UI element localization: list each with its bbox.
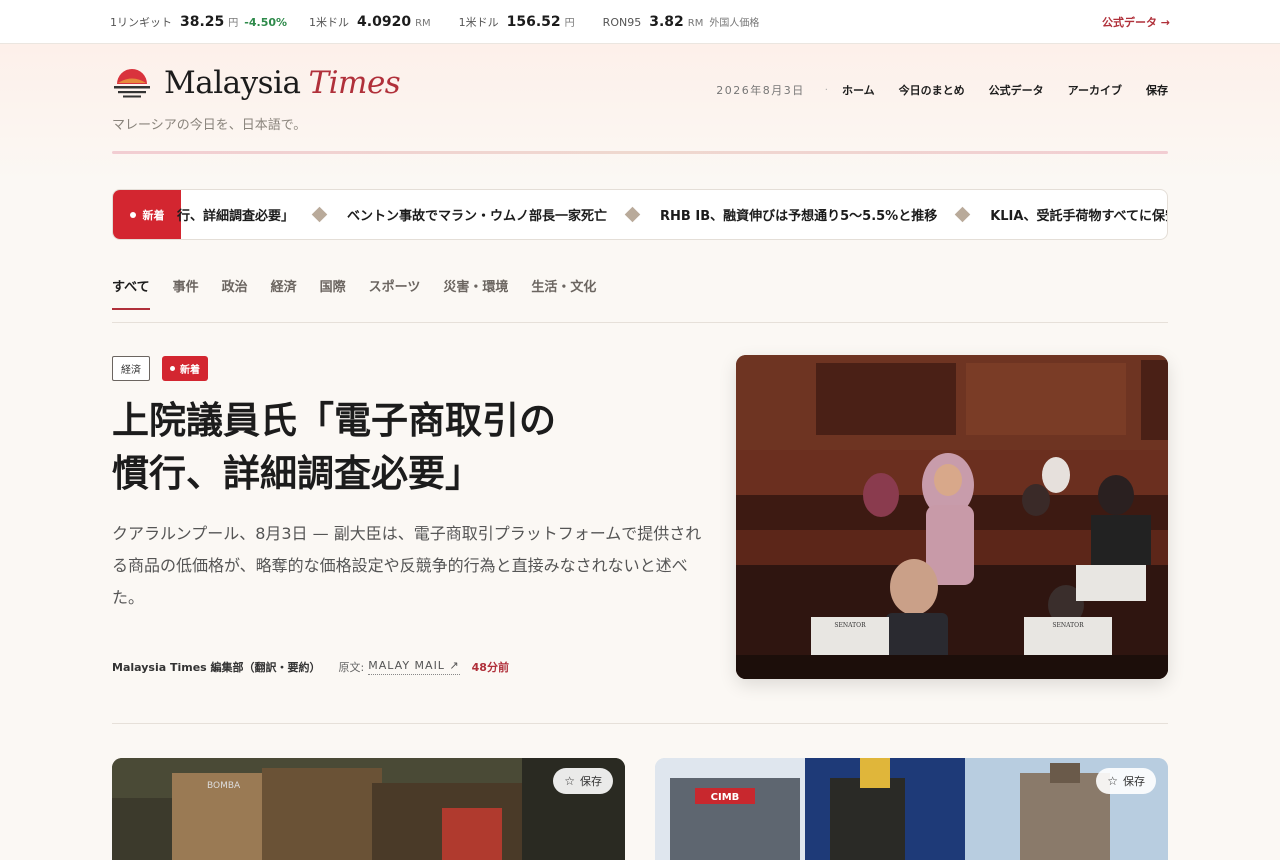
market-value: 156.52 <box>506 13 561 30</box>
ticker-item[interactable]: ベントン事故でマラン・ウムノ部長一家死亡 <box>347 205 607 224</box>
save-label: 保存 <box>1123 775 1145 788</box>
diamond-separator-icon <box>954 206 971 223</box>
source-link[interactable]: MALAY MAIL ↗ <box>368 659 460 675</box>
placard-2-title: SENATOR <box>1052 622 1084 629</box>
diamond-separator-icon <box>624 206 641 223</box>
site-tagline: マレーシアの今日を、日本語で。 <box>112 118 307 133</box>
new-dot-icon <box>170 366 175 371</box>
market-unit: RM <box>415 17 431 29</box>
lead-summary: クアラルンプール、8月3日 — 副大臣は、電子商取引プラットフォームで提供される… <box>112 524 702 607</box>
market-note: 外国人価格 <box>709 17 760 29</box>
market-label: 1米ドル <box>458 15 499 29</box>
category-tag[interactable]: 経済 <box>112 356 150 381</box>
market-item-usd-myr: 1米ドル 4.0920 RM <box>309 14 437 30</box>
source-label: 原文: <box>338 661 365 674</box>
nav-official-data[interactable]: 公式データ <box>989 82 1044 98</box>
published-time: 48分前 <box>471 661 509 674</box>
category-tabs: すべて 事件 政治 経済 国際 スポーツ 災害・環境 生活・文化 <box>112 276 619 310</box>
ticker-badge: 新着 <box>113 190 181 239</box>
tab-international[interactable]: 国際 <box>320 276 346 310</box>
nav-archive[interactable]: アーカイブ <box>1068 82 1122 98</box>
save-button[interactable]: ☆ 保存 <box>1096 768 1156 794</box>
lead-headline-line1: 上院議員氏「電子商取引の <box>112 398 556 442</box>
site-name: Malaysia Times <box>164 65 401 101</box>
market-unit: 円 <box>228 17 239 29</box>
tab-lifestyle-culture[interactable]: 生活・文化 <box>531 276 596 310</box>
header-nav: 2026年8月3日 · ホーム 今日のまとめ 公式データ アーカイブ 保存 <box>716 82 1168 98</box>
lead-byline: Malaysia Times 編集部（翻訳・要約） 原文: MALAY MAIL… <box>112 659 509 675</box>
rescue-vest-text: BOMBA <box>207 781 241 791</box>
save-button[interactable]: ☆ 保存 <box>553 768 613 794</box>
official-data-link[interactable]: 公式データ → <box>1102 14 1170 30</box>
site-name-accent: Times <box>308 65 401 101</box>
save-label: 保存 <box>580 775 602 788</box>
site-name-main: Malaysia <box>164 65 301 101</box>
header-divider <box>112 151 1168 154</box>
market-unit: 円 <box>564 17 575 29</box>
card-photo-banks[interactable]: CIMB ☆ 保存 <box>655 758 1168 860</box>
market-item-ron95: RON95 3.82 RM 外国人価格 <box>603 14 760 30</box>
ticker-track: 行、詳細調査必要」 ベントン事故でマラン・ウムノ部長一家死亡 RHB IB、融資… <box>177 205 1167 224</box>
ticker-item[interactable]: 行、詳細調査必要」 <box>177 205 294 224</box>
market-value: 3.82 <box>649 13 684 30</box>
site-logo[interactable]: Malaysia Times <box>112 64 401 102</box>
senate-chamber-photo: SENATOR SENATOR <box>736 355 1168 679</box>
market-label: RON95 <box>602 15 642 29</box>
category-divider <box>112 322 1168 323</box>
live-dot-icon <box>129 211 136 218</box>
tab-all[interactable]: すべて <box>112 276 150 310</box>
lead-photo[interactable]: SENATOR SENATOR <box>736 355 1168 679</box>
new-badge-label: 新着 <box>180 365 200 376</box>
market-label: 1米ドル <box>309 15 350 29</box>
current-date: 2026年8月3日 <box>716 84 805 97</box>
market-bar: 1リンギット 38.25 円 -4.50% 1米ドル 4.0920 RM 1米ド… <box>0 0 1280 44</box>
market-value: 38.25 <box>180 13 225 30</box>
market-item-myr-jpy: 1リンギット 38.25 円 -4.50% <box>110 14 287 30</box>
placard-1-title: SENATOR <box>834 622 866 629</box>
new-badge: 新着 <box>162 356 208 381</box>
sunrise-logo-icon <box>114 69 150 98</box>
diamond-separator-icon <box>311 206 328 223</box>
market-unit: RM <box>687 17 704 29</box>
card-photo-rescue[interactable]: BOMBA ☆ 保存 <box>112 758 625 860</box>
rescue-photo: BOMBA <box>112 758 625 860</box>
nav-separator: · <box>824 84 828 96</box>
tab-incidents[interactable]: 事件 <box>173 276 199 310</box>
breaking-news-ticker: 新着 行、詳細調査必要」 ベントン事故でマラン・ウムノ部長一家死亡 RHB IB… <box>112 189 1168 240</box>
bank-buildings-photo: CIMB <box>655 758 1168 860</box>
lead-headline[interactable]: 上院議員氏「電子商取引の 慣行、詳細調査必要」 <box>112 394 672 500</box>
tab-economy[interactable]: 経済 <box>271 276 297 310</box>
star-icon: ☆ <box>564 774 575 788</box>
ticker-item[interactable]: KLIA、受託手荷物すべてに保安 <box>990 205 1167 224</box>
lead-tags: 経済 新着 <box>112 356 208 381</box>
ticker-badge-label: 新着 <box>142 208 165 222</box>
ticker-item[interactable]: RHB IB、融資伸びは予想通り5〜5.5%と推移 <box>660 205 937 224</box>
market-value: 4.0920 <box>357 13 412 30</box>
market-label: 1リンギット <box>110 15 172 29</box>
lead-headline-line2: 慣行、詳細調査必要」 <box>112 451 482 495</box>
tab-politics[interactable]: 政治 <box>222 276 248 310</box>
tab-sports[interactable]: スポーツ <box>369 276 421 310</box>
byline-author: Malaysia Times 編集部（翻訳・要約） <box>112 661 321 674</box>
nav-saved[interactable]: 保存 <box>1146 82 1168 98</box>
nav-home[interactable]: ホーム <box>842 82 875 98</box>
tab-disaster-environment[interactable]: 災害・環境 <box>443 276 508 310</box>
market-change: -4.50% <box>244 15 288 29</box>
market-item-usd-jpy: 1米ドル 156.52 円 <box>459 14 581 30</box>
cimb-sign-text: CIMB <box>711 792 740 803</box>
section-divider <box>112 723 1168 724</box>
star-icon: ☆ <box>1107 774 1118 788</box>
nav-daily-summary[interactable]: 今日のまとめ <box>899 82 965 98</box>
